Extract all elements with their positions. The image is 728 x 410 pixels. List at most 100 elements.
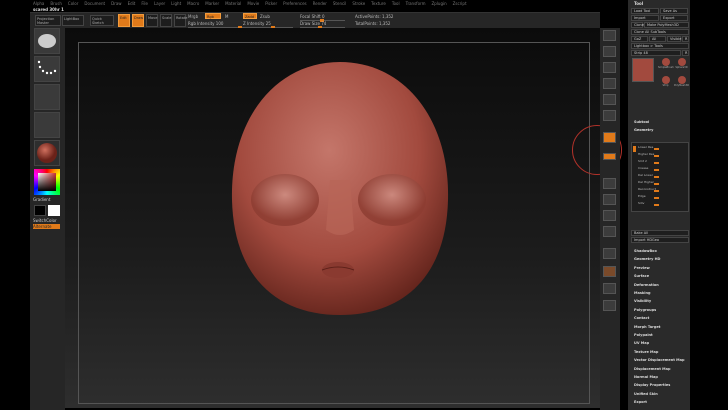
move-icon[interactable] (603, 194, 616, 205)
bake-all-button[interactable]: Bake All (631, 230, 689, 236)
section-vector-displacement-map[interactable]: Vector Displacement Map (634, 358, 684, 362)
section-visibility[interactable]: Visibility (634, 299, 651, 303)
head-model[interactable] (220, 60, 460, 340)
rotate-icon[interactable] (603, 226, 616, 237)
section-geometry[interactable]: Geometry (634, 128, 653, 132)
tool-button-import[interactable]: Import (631, 15, 659, 21)
scroll-icon[interactable] (603, 46, 616, 57)
solo-icon[interactable] (603, 300, 616, 311)
lightbox-button[interactable]: LightBox (62, 15, 84, 26)
persp-icon[interactable] (603, 110, 616, 121)
menu-tool[interactable]: Tool (392, 0, 400, 7)
menu-light[interactable]: Light (171, 0, 181, 7)
transp-icon[interactable] (603, 266, 616, 277)
color-picker[interactable] (34, 169, 60, 195)
rgb-intensity-slider[interactable]: Rgb Intensity 100 (188, 21, 223, 26)
move-button[interactable]: Move (146, 14, 158, 27)
scale-icon[interactable] (603, 210, 616, 221)
section-normal-map[interactable]: Normal Map (634, 375, 658, 379)
section-unified-skin[interactable]: Unified Skin (634, 392, 658, 396)
section-uv-map[interactable]: UV Map (634, 341, 649, 345)
slider-thumb[interactable] (654, 204, 659, 206)
menu-draw[interactable]: Draw (111, 0, 121, 7)
menu-stroke[interactable]: Stroke (352, 0, 365, 7)
tool-button-all[interactable]: All (649, 36, 666, 42)
tool-button-clone[interactable]: Clone (631, 22, 644, 28)
slider-del-lower[interactable]: Del Lower (638, 173, 653, 177)
menu-material[interactable]: Material (225, 0, 241, 7)
z-intensity-slider[interactable]: Z Intensity 25 (243, 21, 271, 26)
zadd-toggle[interactable]: Zadd (243, 13, 257, 19)
menu-zscript[interactable]: Zscript (453, 0, 467, 7)
import-hd-button[interactable]: Import HDGeo (631, 237, 689, 243)
menu-layer[interactable]: Layer (154, 0, 165, 7)
tool-thumb-polymesh3d[interactable]: PolyMesh3D (674, 76, 689, 87)
rgb-toggle[interactable]: Rgb (205, 13, 221, 19)
tool-button-load-tool[interactable]: Load Tool (631, 8, 659, 14)
texture-thumbnail[interactable] (34, 112, 60, 138)
menu-picker[interactable]: Picker (265, 0, 277, 7)
m-toggle[interactable]: M (225, 14, 228, 19)
slider-higher-res[interactable]: Higher Res (638, 152, 654, 156)
slider-thumb[interactable] (654, 190, 659, 192)
brush-thumbnail[interactable] (34, 28, 60, 54)
slider-thumb[interactable] (654, 183, 659, 185)
section-surface[interactable]: Surface (634, 274, 649, 278)
draw-size-slider[interactable]: Draw Size 74 (300, 21, 326, 26)
section-subtool[interactable]: Subtool (634, 120, 649, 124)
tool-thumb-sphere3d[interactable]: Sphere3D (674, 58, 689, 69)
quick-sketch-button[interactable]: Quick Sketch (90, 15, 114, 26)
section-contact[interactable]: Contact (634, 316, 649, 320)
secondary-color[interactable] (34, 205, 46, 216)
zoom-icon[interactable] (603, 62, 616, 73)
slider-thumb[interactable] (654, 197, 659, 199)
slider-edge[interactable]: Edge (638, 194, 646, 198)
alpha-thumbnail[interactable] (34, 84, 60, 110)
menu-preferences[interactable]: Preferences (283, 0, 307, 7)
current-tool-thumbnail[interactable] (632, 58, 654, 82)
menu-marker[interactable]: Marker (205, 0, 219, 7)
bpr-icon[interactable] (603, 30, 616, 41)
slider-thumb[interactable] (654, 169, 659, 171)
switch-color-button[interactable]: SwitchColor (33, 218, 57, 223)
projection-master-button[interactable]: Projection Master (35, 15, 61, 26)
tool-button-export[interactable]: Export (660, 15, 688, 21)
section-texture-map[interactable]: Texture Map (634, 350, 658, 354)
alternate-button[interactable]: Alternate (33, 224, 60, 229)
tool-button-make-polymesh3d[interactable]: Make PolyMesh3D (644, 22, 689, 28)
section-export[interactable]: Export (634, 400, 647, 404)
tool-button-r[interactable]: R (682, 36, 689, 42)
tool-button-lightbox-tools[interactable]: Lightbox > Tools (631, 43, 689, 49)
section-preview[interactable]: Preview (634, 266, 650, 270)
menu-render[interactable]: Render (313, 0, 327, 7)
main-color[interactable] (48, 205, 60, 216)
section-polygroups[interactable]: Polygroups (634, 308, 656, 312)
menu-file[interactable]: File (141, 0, 148, 7)
polyf-icon[interactable] (603, 248, 616, 259)
floor-icon[interactable] (603, 132, 616, 143)
tool-thumb-simplebrush[interactable]: SimpleBrush (658, 58, 674, 69)
slider-thumb[interactable] (654, 162, 659, 164)
material-thumbnail[interactable] (34, 140, 60, 166)
tool-thumb-strip[interactable]: Strip (658, 76, 673, 87)
menu-document[interactable]: Document (84, 0, 105, 7)
menu-transform[interactable]: Transform (406, 0, 426, 7)
menu-texture[interactable]: Texture (371, 0, 386, 7)
frame-icon[interactable] (603, 178, 616, 189)
slider-thumb[interactable] (654, 176, 659, 178)
ghost-icon[interactable] (603, 283, 616, 294)
aahalf-icon[interactable] (603, 94, 616, 105)
section-polypaint[interactable]: Polypaint (634, 333, 653, 337)
section-display-properties[interactable]: Display Properties (634, 383, 670, 387)
stroke-thumbnail[interactable] (34, 56, 60, 82)
slider-del-higher[interactable]: Del Higher (638, 180, 654, 184)
slider-sdiv[interactable]: Sdiv (638, 201, 644, 205)
slider-thumb[interactable] (654, 155, 659, 157)
menu-color[interactable]: Color (68, 0, 78, 7)
menu-macro[interactable]: Macro (187, 0, 199, 7)
actual-icon[interactable] (603, 78, 616, 89)
section-displacement-map[interactable]: Displacement Map (634, 367, 670, 371)
tool-button-strip-48[interactable]: Strip 48 (631, 50, 681, 56)
section-shadowbox[interactable]: ShadowBox (634, 249, 657, 253)
section-deformation[interactable]: Deformation (634, 283, 659, 287)
